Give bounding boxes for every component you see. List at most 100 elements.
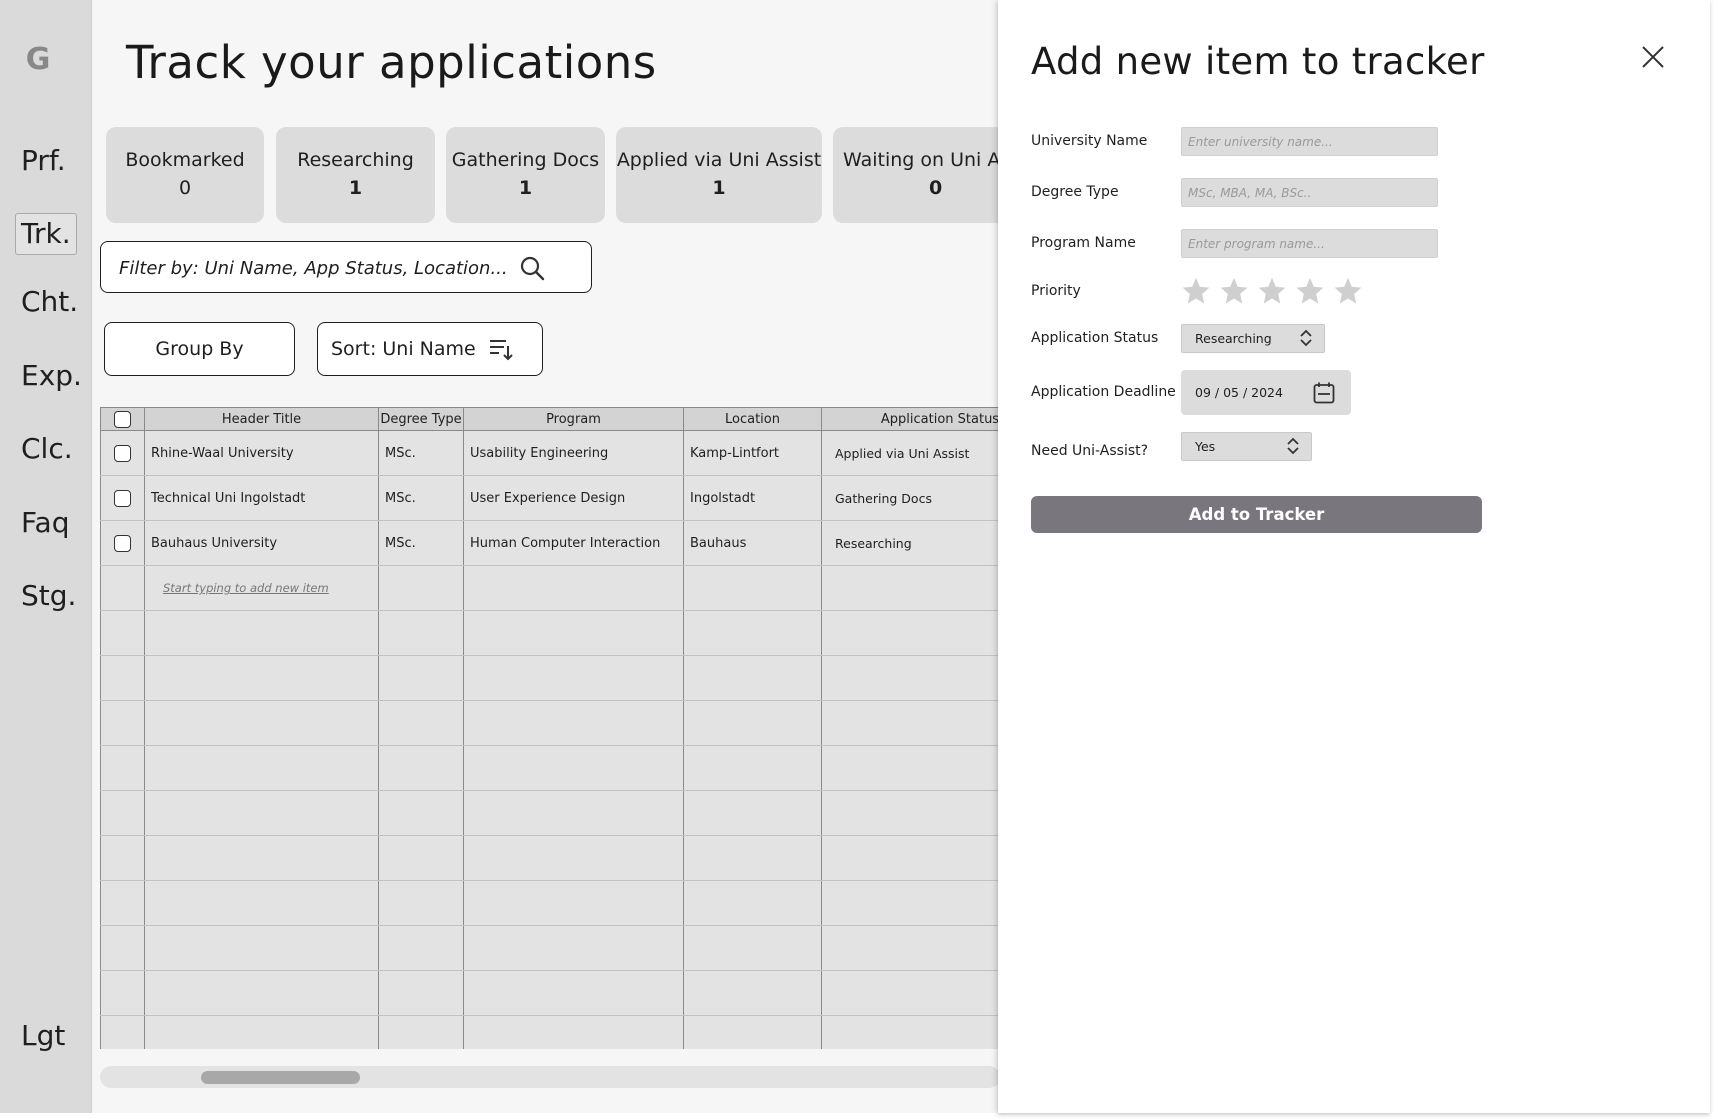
horizontal-scrollbar-thumb[interactable] <box>201 1071 360 1084</box>
horizontal-scrollbar[interactable] <box>100 1066 998 1088</box>
column-header-degree[interactable]: Degree Type <box>378 407 464 431</box>
cell-status-value: Gathering Docs <box>835 490 932 506</box>
row-checkbox[interactable] <box>114 444 131 462</box>
application-status-select[interactable]: Researching <box>1181 324 1325 353</box>
sidebar-item-settings[interactable]: Stg. <box>15 576 82 616</box>
column-header-location[interactable]: Location <box>683 407 822 431</box>
cell-university[interactable]: Technical Uni Ingolstadt <box>144 475 379 521</box>
table-row-empty <box>100 610 998 656</box>
status-card-label: Gathering Docs <box>451 149 600 171</box>
table-row-empty <box>100 880 998 926</box>
status-card-label: Waiting on Uni Assist <box>843 149 998 171</box>
program-name-input[interactable] <box>1181 229 1438 258</box>
cell-program[interactable]: Human Computer Interaction <box>463 520 684 566</box>
star-icon[interactable] <box>1219 276 1249 306</box>
table-row-empty <box>100 925 998 971</box>
cell-program[interactable]: Usability Engineering <box>463 430 684 476</box>
close-icon[interactable] <box>1638 42 1668 72</box>
table-row-empty <box>100 1015 998 1049</box>
cell-location[interactable]: Ingolstadt <box>683 475 822 521</box>
need-uni-assist-select[interactable]: Yes <box>1181 432 1312 461</box>
star-icon[interactable] <box>1295 276 1325 306</box>
select-all-checkbox[interactable] <box>114 410 131 428</box>
sort-button-label: Sort: Uni Name <box>331 338 476 360</box>
status-card-count: 1 <box>348 177 363 199</box>
table-row-empty <box>100 970 998 1016</box>
cell-status[interactable]: Applied via Uni Assist <box>821 430 998 476</box>
application-deadline-input[interactable]: 09 / 05 / 2024 <box>1181 370 1351 415</box>
application-deadline-label: Application Deadline <box>1031 384 1176 400</box>
table-row-empty <box>100 835 998 881</box>
cell-university[interactable]: Rhine-Waal University <box>144 430 379 476</box>
drawer-title: Add new item to tracker <box>1031 40 1485 83</box>
column-header-status[interactable]: Application Status <box>821 407 998 431</box>
sidebar-item-calculator[interactable]: Clc. <box>15 429 79 469</box>
cell-location[interactable]: Bauhaus <box>683 520 822 566</box>
cell-degree[interactable]: MSc. <box>378 475 464 521</box>
status-card-count: 1 <box>712 177 726 199</box>
add-new-item-hint[interactable]: Start typing to add new item <box>144 565 379 611</box>
application-deadline-value: 09 / 05 / 2024 <box>1195 385 1283 400</box>
star-icon[interactable] <box>1333 276 1363 306</box>
program-name-label: Program Name <box>1031 235 1136 251</box>
degree-type-label: Degree Type <box>1031 184 1119 200</box>
sidebar-item-faq[interactable]: Faq <box>15 503 75 543</box>
chevron-up-down-icon <box>1287 437 1299 455</box>
sort-button[interactable]: Sort: Uni Name <box>317 322 543 376</box>
select-all-header <box>100 407 145 431</box>
filter-box <box>100 241 592 293</box>
sidebar-item-logout[interactable]: Lgt <box>15 1016 71 1056</box>
row-checkbox[interactable] <box>114 489 131 507</box>
filter-input[interactable] <box>117 252 521 284</box>
app-logo[interactable]: G <box>22 44 54 76</box>
row-checkbox[interactable] <box>114 534 131 552</box>
cell-status-value: Applied via Uni Assist <box>835 445 970 461</box>
table-row-new[interactable]: Start typing to add new item <box>100 565 998 611</box>
cell-program[interactable]: User Experience Design <box>463 475 684 521</box>
star-icon[interactable] <box>1181 276 1211 306</box>
cell-degree[interactable]: MSc. <box>378 520 464 566</box>
add-to-tracker-button[interactable]: Add to Tracker <box>1031 496 1482 533</box>
status-card-count: 0 <box>178 177 192 199</box>
status-card-bookmarked[interactable]: Bookmarked 0 <box>106 127 264 223</box>
sidebar-item-chat[interactable]: Cht. <box>15 282 84 322</box>
priority-rating[interactable] <box>1181 276 1366 308</box>
main-content: Track your applications Bookmarked 0 Res… <box>92 0 998 1113</box>
priority-label: Priority <box>1031 283 1081 299</box>
status-card-waiting-uni-assist[interactable]: Waiting on Uni Assist 0 <box>833 127 998 223</box>
sidebar-item-tracker[interactable]: Trk. <box>15 213 77 255</box>
degree-type-input[interactable] <box>1181 178 1438 207</box>
table-row-empty <box>100 700 998 746</box>
calendar-icon[interactable] <box>1312 381 1336 405</box>
sidebar: G Prf. Trk. Cht. Exp. Clc. Faq Stg. Lgt <box>0 0 92 1113</box>
cell-university[interactable]: Bauhaus University <box>144 520 379 566</box>
status-card-label: Applied via Uni Assist <box>616 149 822 171</box>
table-row[interactable]: Technical Uni Ingolstadt MSc. User Exper… <box>100 475 998 521</box>
cell-status-value: Researching <box>835 535 912 551</box>
column-header-program[interactable]: Program <box>463 407 684 431</box>
tracker-table: Header Title Degree Type Program Locatio… <box>100 407 998 1049</box>
cell-status[interactable]: Gathering Docs <box>821 475 998 521</box>
university-name-input[interactable] <box>1181 127 1438 156</box>
sidebar-item-explore[interactable]: Exp. <box>15 356 88 396</box>
table-row[interactable]: Rhine-Waal University MSc. Usability Eng… <box>100 430 998 476</box>
cell-status[interactable]: Researching <box>821 520 998 566</box>
page-title: Track your applications <box>126 36 657 89</box>
chevron-up-down-icon <box>1300 329 1312 347</box>
cell-degree[interactable]: MSc. <box>378 430 464 476</box>
application-status-value: Researching <box>1195 331 1272 346</box>
status-card-gathering-docs[interactable]: Gathering Docs 1 <box>446 127 605 223</box>
table-row-empty <box>100 790 998 836</box>
status-card-applied-uni-assist[interactable]: Applied via Uni Assist 1 <box>616 127 822 223</box>
star-icon[interactable] <box>1257 276 1287 306</box>
column-header-university[interactable]: Header Title <box>144 407 379 431</box>
need-uni-assist-label: Need Uni-Assist? <box>1031 443 1149 459</box>
search-icon[interactable] <box>519 255 545 281</box>
status-card-count: 1 <box>518 177 533 199</box>
status-card-label: Researching <box>297 149 414 171</box>
cell-location[interactable]: Kamp-Lintfort <box>683 430 822 476</box>
sidebar-item-profile[interactable]: Prf. <box>15 141 72 181</box>
table-row[interactable]: Bauhaus University MSc. Human Computer I… <box>100 520 998 566</box>
status-card-researching[interactable]: Researching 1 <box>276 127 435 223</box>
group-by-button[interactable]: Group By <box>104 322 295 376</box>
